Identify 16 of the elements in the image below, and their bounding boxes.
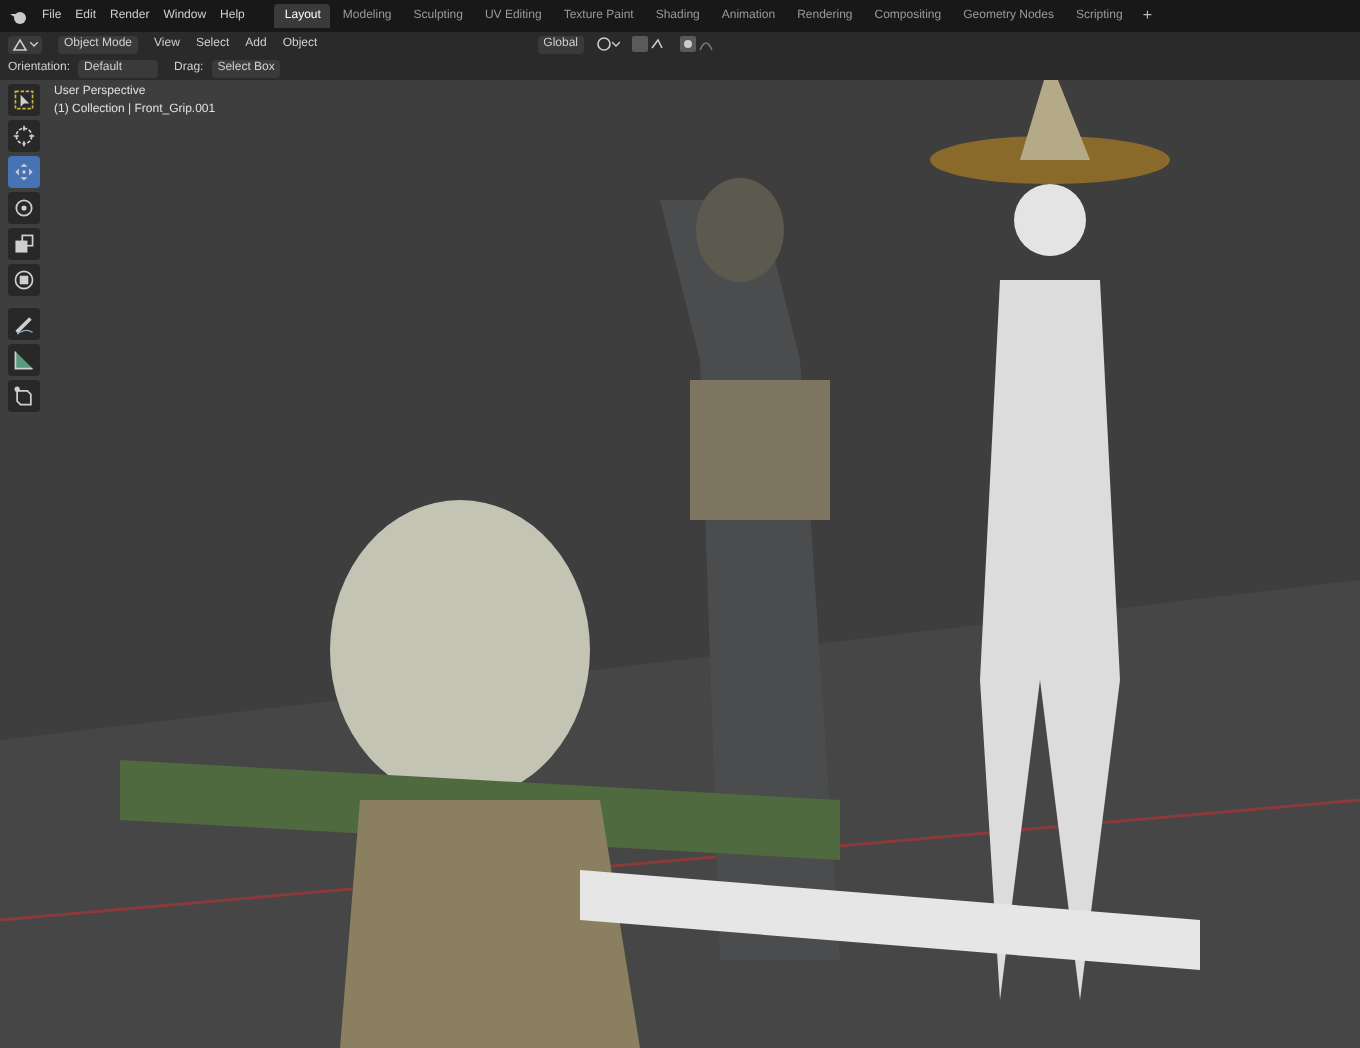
editor-type-button[interactable] [8, 35, 42, 53]
pencil-icon[interactable] [8, 308, 40, 340]
select-cursor-icon[interactable] [8, 84, 40, 116]
cursor-icon[interactable] [8, 120, 40, 152]
add-cube-icon[interactable] [8, 380, 40, 412]
pivot-icon[interactable] [596, 36, 620, 52]
blender-logo-icon[interactable] [8, 7, 28, 25]
transform-icon[interactable] [8, 264, 40, 296]
editor-type-icon [12, 37, 28, 51]
rotate-icon[interactable] [8, 192, 40, 224]
scale-icon[interactable] [8, 228, 40, 260]
add-workspace-button[interactable]: + [1134, 4, 1160, 28]
caret-icon [30, 41, 38, 47]
snap-icon[interactable] [632, 36, 668, 52]
ruler-icon[interactable] [8, 344, 40, 376]
proportional-editing-icon[interactable] [680, 36, 716, 52]
